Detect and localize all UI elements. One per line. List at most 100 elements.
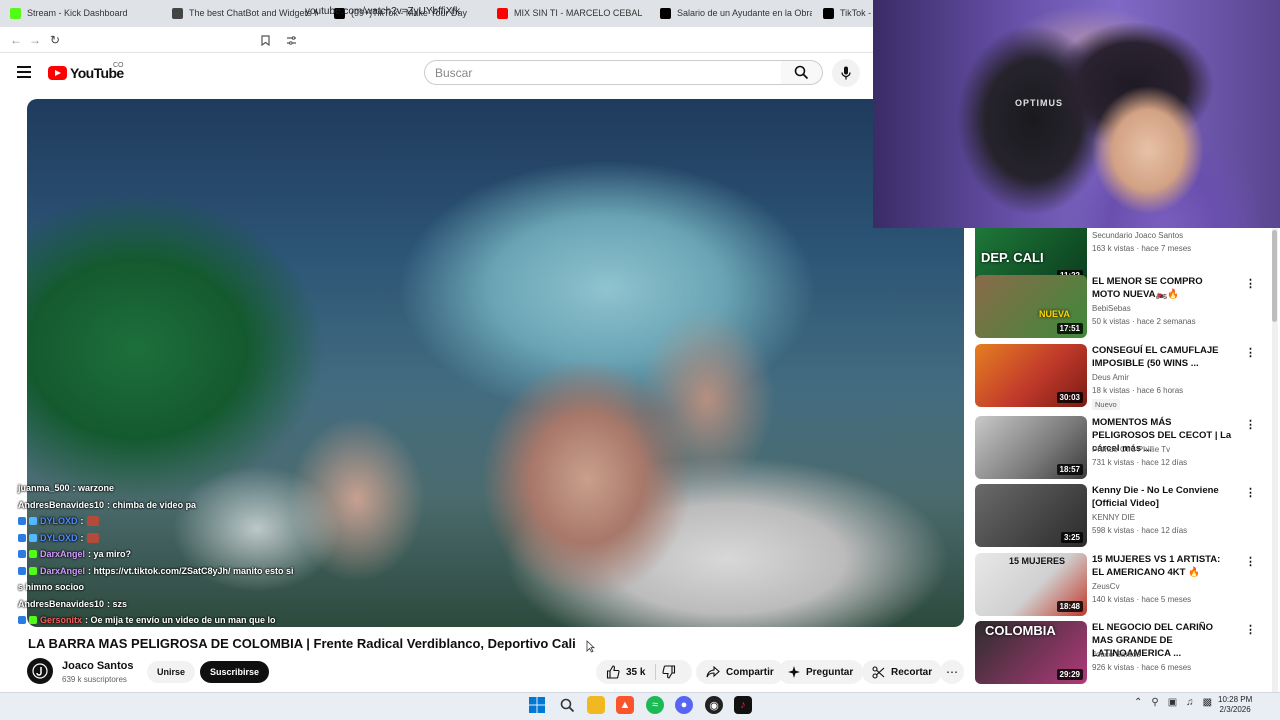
channel-avatar[interactable] [27, 658, 53, 684]
url-text[interactable]: youtube.com/watch?v=ZyUYbffiXfk [305, 6, 460, 17]
video-channel[interactable]: Deus Amir [1092, 373, 1129, 382]
video-channel[interactable]: ZeusCv [1092, 582, 1120, 591]
video-channel[interactable]: BebiSebas [1092, 304, 1131, 313]
dislike-icon[interactable] [662, 665, 676, 679]
forward-arrow-icon[interactable]: → [27, 32, 43, 48]
video-title[interactable]: 15 MUJERES VS 1 ARTISTA: EL AMERICANO 4K… [1092, 553, 1232, 579]
search-input[interactable]: Buscar [424, 60, 782, 85]
tab-title: Stream - Kick Dashboard [27, 8, 128, 18]
thumbnail-text: COLOMBIA [985, 623, 1056, 638]
video-thumbnail[interactable]: 30:03 [975, 344, 1087, 407]
scissors-icon [872, 665, 885, 679]
clip-label: Recortar [891, 666, 933, 678]
discord-icon[interactable]: ● [675, 696, 693, 714]
video-duration: 3:25 [1060, 532, 1083, 543]
more-options-icon[interactable]: ⋮ [1245, 346, 1256, 359]
tab-chatbot[interactable]: The best ChatBot and Widgets for K [172, 4, 318, 22]
chevron-up-icon[interactable]: ⌃ [1134, 697, 1142, 708]
video-channel[interactable]: KENNY DIE [1092, 513, 1135, 522]
video-title[interactable]: CONSEGUÍ EL CAMUFLAJE IMPOSIBLE (50 WINS… [1092, 344, 1232, 370]
video-thumbnail[interactable]: 18:57 [975, 416, 1087, 479]
video-thumbnail[interactable]: 3:25 [975, 484, 1087, 547]
search-icon[interactable] [558, 696, 576, 714]
like-dislike-group: 35 k [596, 660, 692, 684]
more-options-icon[interactable]: ⋮ [1245, 418, 1256, 431]
country-code: CO [113, 62, 124, 69]
more-options-icon[interactable]: ⋮ [1245, 277, 1256, 290]
channel-name[interactable]: Joaco Santos [62, 660, 134, 672]
volume-icon[interactable]: ♫ [1186, 697, 1194, 708]
chat-username: AndresBenavides10 [18, 499, 105, 510]
video-title[interactable]: EL MENOR SE COMPRO MOTO NUEVA🏍️🔥 [1092, 275, 1232, 301]
video-meta: 50 k vistas · hace 2 semanas [1092, 317, 1196, 326]
stream-chat-overlay: juanma_500 : warzone AndresBenavides10 :… [18, 480, 298, 629]
kick-icon [10, 7, 21, 19]
battery-icon[interactable]: ▩ [1203, 697, 1212, 708]
join-button[interactable]: Unirse [147, 661, 196, 683]
tab-title: Salario de un Ayudante en la Obra: l [677, 8, 812, 18]
more-options-icon[interactable]: ⋮ [1245, 555, 1256, 568]
search-button[interactable] [781, 60, 823, 85]
address-bar-row [0, 27, 873, 53]
related-videos-sidebar: DEP. CALI 11:22 Secundario Joaco Santos … [964, 228, 1280, 692]
tiktok-app-icon[interactable]: ♪ [734, 696, 752, 714]
related-video-item[interactable]: 15 MUJERES 18:48 15 MUJERES VS 1 ARTISTA… [975, 553, 1275, 617]
clip-button[interactable]: Recortar [862, 660, 943, 684]
like-icon[interactable] [606, 665, 620, 679]
chat-emote-icon [86, 532, 99, 543]
video-thumbnail[interactable]: 15 MUJERES 18:48 [975, 553, 1087, 616]
file-explorer-icon[interactable] [587, 696, 605, 714]
bookmark-icon[interactable] [257, 32, 273, 48]
tab-youtube-mix[interactable]: MIX SIN TI - MARCELO CEBALLOS (v [497, 4, 643, 22]
chat-badge-icon [18, 616, 26, 625]
voice-search-button[interactable] [832, 59, 860, 87]
share-button[interactable]: Compartir [696, 660, 784, 684]
brave-browser-icon[interactable]: ▲ [616, 696, 634, 714]
related-video-item[interactable]: NUEVA 17:51 EL MENOR SE COMPRO MOTO NUEV… [975, 275, 1275, 339]
tab-kick-dashboard[interactable]: Stream - Kick Dashboard [10, 4, 160, 22]
subscribe-button[interactable]: Suscribirse [200, 661, 270, 683]
more-options-icon[interactable]: ⋮ [1245, 486, 1256, 499]
video-channel[interactable]: Secundario Joaco Santos [1092, 231, 1183, 240]
video-thumbnail[interactable]: NUEVA 17:51 [975, 275, 1087, 338]
microphone-icon[interactable]: ⚲ [1151, 697, 1158, 708]
more-actions-icon[interactable]: ⋯ [940, 660, 964, 684]
related-video-item[interactable]: COLOMBIA 29:29 EL NEGOCIO DEL CARIÑO MAS… [975, 621, 1275, 685]
back-arrow-icon[interactable]: ← [8, 32, 24, 48]
more-options-icon[interactable]: ⋮ [1245, 623, 1256, 636]
chat-badge-icon [18, 517, 26, 526]
tiktok-icon [823, 7, 834, 19]
sparkle-icon [788, 666, 800, 678]
tab-salario[interactable]: Salario de un Ayudante en la Obra: l [660, 4, 812, 22]
chat-badge-icon [18, 566, 26, 575]
related-video-item[interactable]: 30:03 CONSEGUÍ EL CAMUFLAJE IMPOSIBLE (5… [975, 344, 1275, 410]
site-info-icon[interactable] [283, 32, 299, 48]
windows-start-icon[interactable] [528, 696, 546, 714]
chat-text: : https://vt.tiktok.com/ZSatC8yJh/ manit… [88, 565, 294, 576]
chat-emote-icon [86, 516, 99, 527]
like-count[interactable]: 35 k [626, 667, 645, 678]
video-channel[interactable]: Prende Otro Phillie Tv [1092, 445, 1170, 454]
video-duration: 18:48 [1056, 601, 1083, 612]
sidebar-scrollbar-thumb[interactable] [1272, 230, 1277, 322]
video-title[interactable]: Kenny Die - No Le Conviene [Official Vid… [1092, 484, 1232, 510]
hamburger-menu-icon[interactable] [17, 66, 31, 78]
taskbar-clock[interactable]: 10:28 PM 2/3/2026 [1218, 695, 1252, 715]
tab-title: The best ChatBot and Widgets for K [189, 8, 318, 18]
network-icon[interactable]: ▣ [1168, 697, 1177, 708]
video-thumbnail[interactable]: COLOMBIA 29:29 [975, 621, 1087, 684]
related-video-item[interactable]: 3:25 Kenny Die - No Le Conviene [Officia… [975, 484, 1275, 548]
streamer-webcam [873, 0, 1280, 228]
video-channel[interactable]: Joaco Santos [1092, 650, 1140, 659]
windows-taskbar [0, 692, 1280, 720]
obs-icon[interactable]: ◉ [705, 696, 723, 714]
tab-tiktok-2[interactable]: TikTok - M [823, 4, 873, 22]
channel-logo-icon [32, 663, 48, 679]
spotify-icon[interactable]: ≈ [646, 696, 664, 714]
reload-icon[interactable]: ↻ [47, 32, 63, 48]
chat-text: : Oe mija te envío un video de un man qu… [85, 615, 276, 626]
ask-button[interactable]: Preguntar [778, 660, 864, 684]
related-video-item[interactable]: 18:57 MOMENTOS MÁS PELIGROSOS DEL CECOT … [975, 416, 1275, 480]
chat-badge-icon [29, 550, 37, 559]
video-duration: 30:03 [1056, 392, 1083, 403]
